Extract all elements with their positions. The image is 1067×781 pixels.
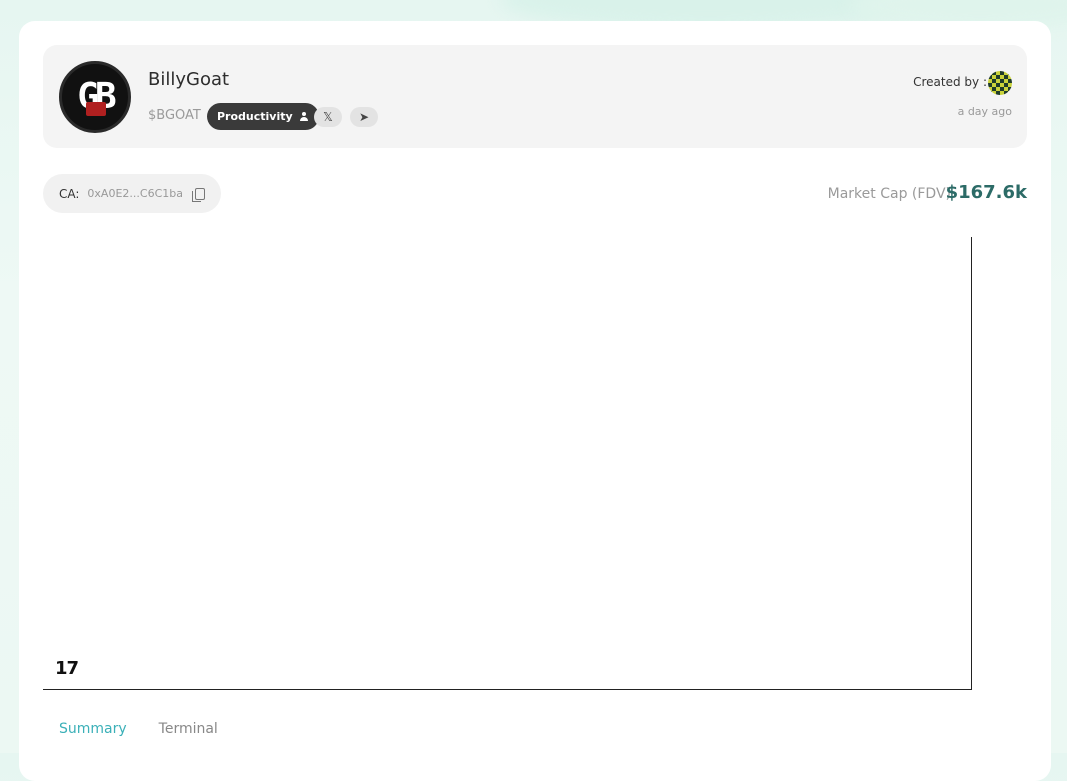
token-name: BillyGoat xyxy=(148,69,230,90)
copy-icon[interactable] xyxy=(191,187,205,202)
tradingview-logo-icon[interactable]: 17 xyxy=(55,658,79,679)
tab-bar: Summary Terminal xyxy=(59,721,218,737)
token-logo: GB xyxy=(59,61,131,133)
token-header: GB BillyGoat $BGOAT Productivity 𝕏 ➤ Cre… xyxy=(43,45,1027,148)
market-cap-value: $167.6k xyxy=(945,182,1027,203)
token-card: GB BillyGoat $BGOAT Productivity 𝕏 ➤ Cre… xyxy=(19,21,1051,781)
telegram-icon: ➤ xyxy=(358,110,370,124)
price-chart[interactable]: 17 xyxy=(43,237,972,690)
x-link-button[interactable]: 𝕏 xyxy=(314,107,342,127)
created-by-label: Created by : xyxy=(913,75,987,89)
contract-address[interactable]: CA: 0xA0E2...C6C1ba xyxy=(43,174,221,213)
tab-summary[interactable]: Summary xyxy=(59,721,127,737)
user-icon xyxy=(299,111,309,122)
x-icon: 𝕏 xyxy=(323,110,333,124)
contract-address-value: 0xA0E2...C6C1ba xyxy=(87,187,183,200)
category-label: Productivity xyxy=(217,110,293,123)
token-ticker: $BGOAT xyxy=(148,108,201,123)
contract-address-label: CA: xyxy=(59,186,80,201)
goat-icon xyxy=(86,102,106,116)
market-cap-label: Market Cap (FDV) xyxy=(827,186,951,202)
creator-avatar[interactable] xyxy=(988,71,1012,95)
tab-terminal[interactable]: Terminal xyxy=(159,721,218,737)
category-badge[interactable]: Productivity xyxy=(207,103,319,130)
created-time: a day ago xyxy=(957,105,1012,118)
telegram-link-button[interactable]: ➤ xyxy=(350,107,378,127)
